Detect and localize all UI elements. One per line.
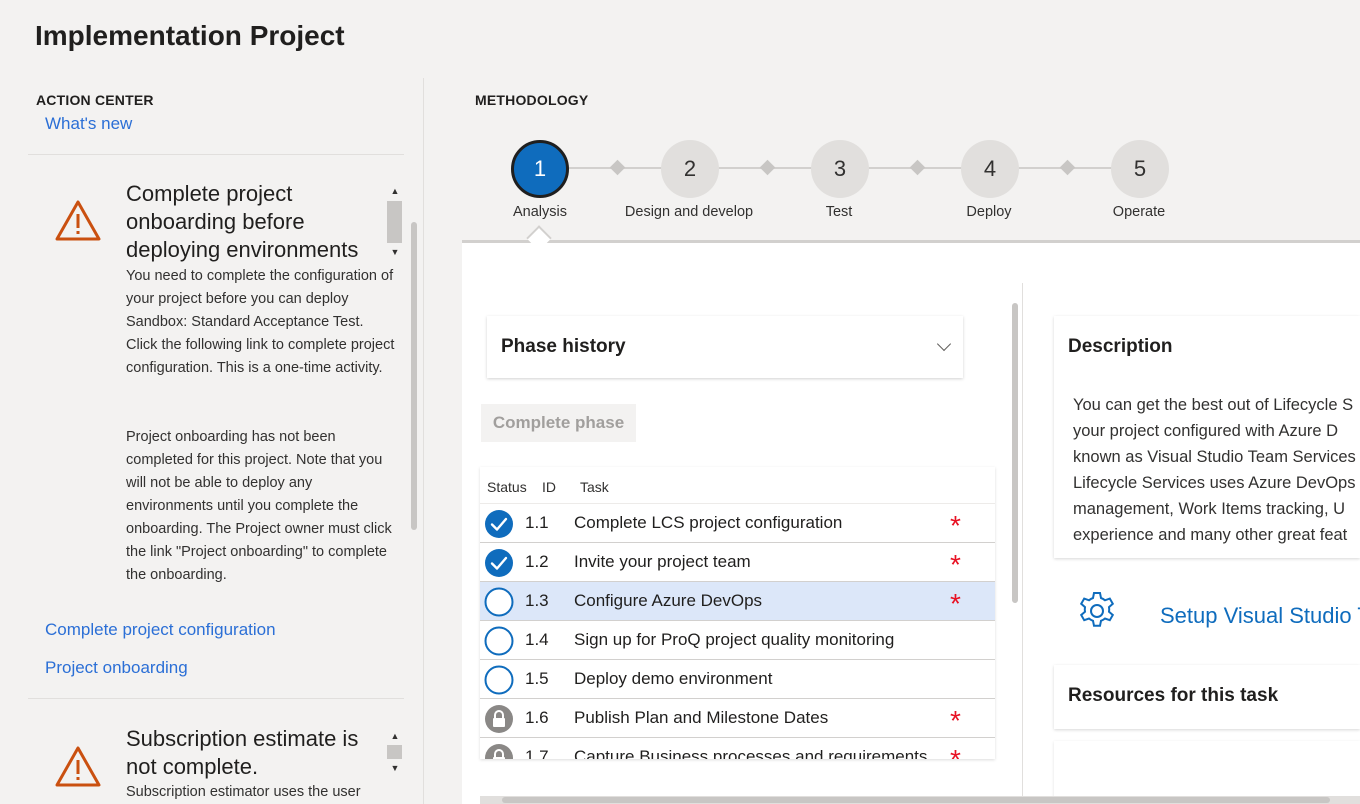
table-row[interactable]: 1.4 Sign up for ProQ project quality mon… [480,621,995,660]
card-scroll-down[interactable]: ▼ [389,763,401,773]
resources-card: Resources for this task [1054,665,1360,729]
phase-5-node[interactable]: 5 [1111,140,1169,198]
task-id: 1.5 [525,669,549,688]
phase-diamond [759,159,776,176]
description-card: Description You can get the best out of … [1054,316,1360,558]
task-table: Status ID Task 1.1 Complete LCS project … [480,467,995,759]
gear-icon [1079,592,1115,627]
task-id: 1.6 [525,708,549,727]
phase-content: Phase history Complete phase Status ID T… [462,243,1360,804]
lock-icon [485,705,513,733]
divider [28,154,404,155]
task-table-header: Status ID Task [480,467,995,504]
project-onboarding-link[interactable]: Project onboarding [45,658,188,678]
required-marker: * [950,549,961,580]
phase-stepper: 1 2 3 4 5 Analysis Design and develop Te… [462,78,1360,244]
empty-circle-icon [484,665,514,695]
required-marker: * [950,705,961,736]
warning-triangle-icon [55,746,101,787]
card-scroll-up[interactable]: ▲ [389,186,401,196]
table-row[interactable]: 1.1 Complete LCS project configuration * [480,504,995,543]
check-circle-icon [485,549,513,577]
horizontal-scrollbar-thumb[interactable] [502,797,1330,803]
task-id: 1.1 [525,513,549,532]
warning-triangle-icon [55,200,101,241]
phase-diamond [909,159,926,176]
status-header[interactable]: Status [487,479,527,495]
empty-circle-icon [484,626,514,656]
subscription-card-body: Subscription estimator uses the user [126,784,361,800]
table-row[interactable]: 1.7 Capture Business processes and requi… [480,738,995,759]
phase-history-label: Phase history [501,336,626,357]
table-row[interactable]: 1.5 Deploy demo environment [480,660,995,699]
page-title: Implementation Project [35,20,345,51]
action-center-scrollbar[interactable] [411,222,417,530]
phase-5-label[interactable]: Operate [1059,204,1219,220]
card-scroll-up[interactable]: ▲ [389,731,401,741]
task-name[interactable]: Configure Azure DevOps [574,591,762,611]
task-name[interactable]: Sign up for ProQ project quality monitor… [574,630,894,650]
phase-4-node[interactable]: 4 [961,140,1019,198]
description-text: You can get the best out of Lifecycle S … [1073,392,1360,548]
divider [28,698,404,699]
check-circle-icon [485,510,513,538]
required-marker: * [950,588,961,619]
task-name[interactable]: Deploy demo environment [574,669,772,689]
empty-circle-icon [484,587,514,617]
id-header[interactable]: ID [542,479,556,495]
phase-1-node[interactable]: 1 [511,140,569,198]
task-name[interactable]: Capture Business processes and requireme… [574,747,927,759]
chevron-down-icon [936,336,952,352]
description-line: experience and many other great feat [1073,526,1348,544]
task-name[interactable]: Publish Plan and Milestone Dates [574,708,828,728]
phase-history-dropdown[interactable]: Phase history [487,316,963,378]
whats-new-link[interactable]: What's new [45,114,132,134]
phase-1-label[interactable]: Analysis [460,204,620,220]
onboarding-card-body-1: You need to complete the configuration o… [126,268,395,376]
lock-icon [485,744,513,759]
onboarding-card-title: Complete project onboarding before deplo… [126,181,359,262]
phase-3-node[interactable]: 3 [811,140,869,198]
description-line: You can get the best out of Lifecycle S [1073,396,1354,414]
task-id: 1.4 [525,630,549,649]
onboarding-card-body-2: Project onboarding has not been complete… [126,429,392,583]
phase-diamond [1059,159,1076,176]
card-scroll-thumb[interactable] [387,201,402,243]
description-title: Description [1068,336,1173,357]
task-name[interactable]: Complete LCS project configuration [574,513,842,533]
complete-project-configuration-link[interactable]: Complete project configuration [45,620,276,640]
phase-diamond [609,159,626,176]
pane-divider [1022,283,1023,804]
setup-visual-studio-link[interactable]: Setup Visual Studio T [1160,603,1360,629]
phase-2-label[interactable]: Design and develop [609,204,769,220]
required-marker: * [950,746,961,760]
table-row[interactable]: 1.2 Invite your project team * [480,543,995,582]
required-marker: * [950,510,961,541]
description-line: known as Visual Studio Team Services [1073,448,1356,466]
resources-title: Resources for this task [1068,685,1279,706]
resources-list-card [1054,741,1360,804]
description-line: Lifecycle Services uses Azure DevOps [1073,474,1356,492]
subscription-card-title: Subscription estimate is not complete. [126,726,359,779]
task-header[interactable]: Task [580,479,609,495]
phase-2-node[interactable]: 2 [661,140,719,198]
phase-4-label[interactable]: Deploy [909,204,1069,220]
task-list-scrollbar[interactable] [1012,303,1018,603]
description-line: your project configured with Azure D [1073,422,1339,440]
action-center-label: ACTION CENTER [36,92,154,108]
description-line: management, Work Items tracking, U [1073,500,1346,518]
table-row[interactable]: 1.3 Configure Azure DevOps * [480,582,995,621]
card-scroll-thumb[interactable] [387,745,402,759]
task-id: 1.7 [525,747,549,759]
table-row[interactable]: 1.6 Publish Plan and Milestone Dates * [480,699,995,738]
task-id: 1.2 [525,552,549,571]
complete-phase-button[interactable]: Complete phase [481,404,636,442]
task-name[interactable]: Invite your project team [574,552,751,572]
phase-3-label[interactable]: Test [759,204,919,220]
card-scroll-down[interactable]: ▼ [389,247,401,257]
task-id: 1.3 [525,591,549,610]
